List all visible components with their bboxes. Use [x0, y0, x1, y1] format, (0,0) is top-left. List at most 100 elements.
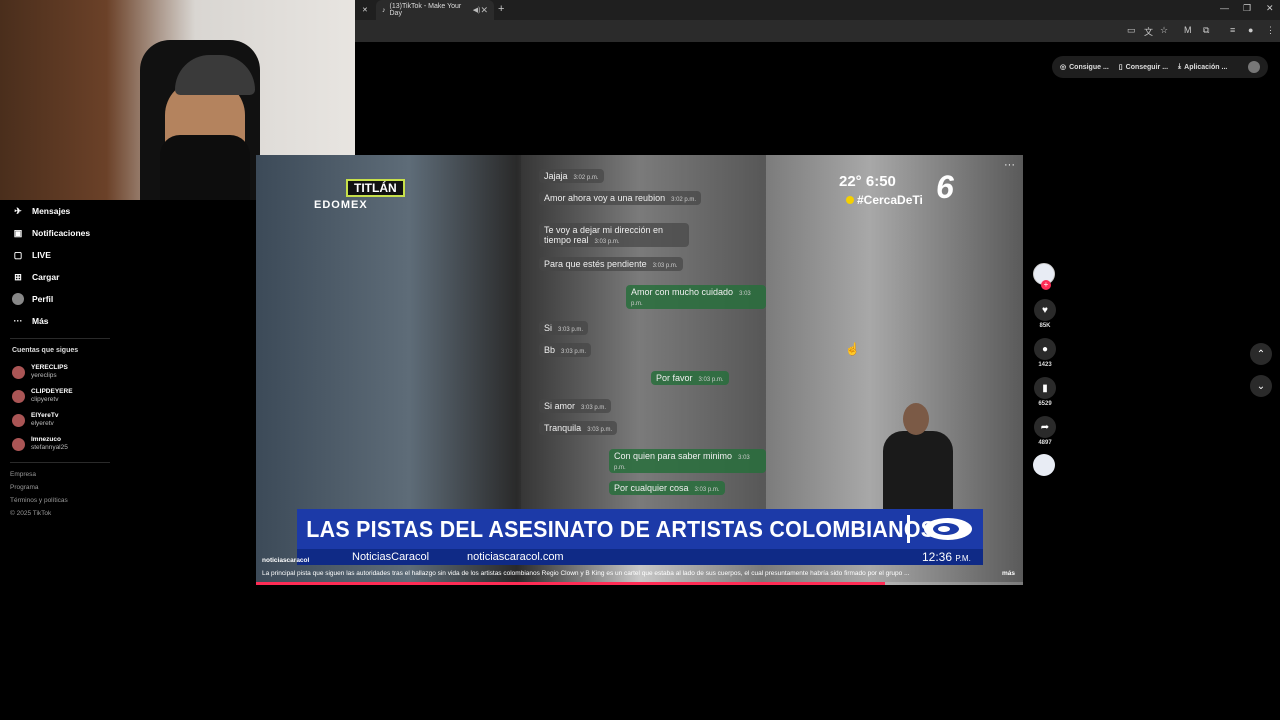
sidebar-item-live[interactable]: ▢ LIVE	[0, 244, 120, 266]
chat-message: Por cualquier cosa 3:03 p.m.	[609, 481, 725, 495]
creator-avatar[interactable]: +	[1033, 263, 1055, 290]
share-icon[interactable]: ➦	[1034, 416, 1056, 438]
chevron-down-icon: ⌄	[1256, 380, 1266, 392]
tab-close-icon-prev[interactable]: ✕	[362, 0, 368, 20]
kebab-menu-icon[interactable]: ⋮	[1266, 25, 1275, 36]
bookmark-3[interactable]: ⤓ Aplicación ...	[1178, 63, 1227, 71]
progress-fill	[256, 582, 885, 585]
location-badge: TITLÁN	[346, 179, 405, 197]
top-right-bookmarks: ◎ Consigue ... ▯ Conseguir ... ⤓ Aplicación…	[1052, 56, 1268, 78]
avatar	[12, 365, 25, 379]
following-item[interactable]: CLIPDEYERE clipyeretv	[0, 384, 120, 408]
puzzle-icon[interactable]: ⧉	[1203, 25, 1209, 36]
tiktok-icon: ♪	[382, 6, 386, 14]
new-tab-button[interactable]: +	[498, 3, 504, 15]
phone-icon: ▯	[1118, 64, 1123, 71]
previous-video-button[interactable]: ⌃	[1250, 343, 1272, 365]
star-icon[interactable]: ☆	[1160, 25, 1168, 36]
following-item[interactable]: Imnezuco stefannyal25	[0, 432, 120, 456]
footer-links: Empresa Programa Términos y políticas © …	[0, 471, 120, 523]
sidebar: ✈ Mensajes ▣ Notificaciones ▢ LIVE ⊞ Cargar …	[0, 200, 120, 523]
brand-strip: NoticiasCaracol noticiascaracol.com 12:3…	[297, 549, 983, 565]
interpreter-body	[883, 431, 953, 513]
avatar	[12, 293, 24, 305]
user-avatar[interactable]	[1248, 61, 1260, 73]
translate-icon[interactable]: 文	[1144, 25, 1153, 38]
more-icon: ···	[13, 316, 23, 326]
bookmark-icon[interactable]: ▮	[1034, 377, 1056, 399]
chat-message: Amor con mucho cuidado 3:03 p.m.	[626, 285, 766, 309]
restore-icon[interactable]: ❐	[1243, 3, 1251, 14]
following-item[interactable]: ElYereTv elyeretv	[0, 408, 120, 432]
temperature-time: 22° 6:50	[839, 173, 896, 190]
next-video-button[interactable]: ⌄	[1250, 375, 1272, 397]
footer-link[interactable]: Empresa	[10, 471, 120, 484]
brand-name: NoticiasCaracol	[352, 551, 430, 563]
sidebar-item-mensajes[interactable]: ✈ Mensajes	[0, 200, 120, 222]
caption-text: La principal pista que siguen las autori…	[262, 570, 910, 577]
chat-screenshot: Jajaja 3:02 p.m. Amor ahora voy a una reu…	[521, 155, 766, 510]
chat-message: Jajaja 3:02 p.m.	[539, 169, 604, 183]
sign-language-interpreter	[871, 403, 961, 513]
inbox-icon: ▣	[13, 227, 23, 238]
bookmark-2[interactable]: ▯ Conseguir ...	[1118, 63, 1168, 72]
action-rail: + ♥ 85K ● 1423 ▮ 6529 ➦ 4897	[1033, 263, 1057, 476]
sidebar-item-perfil[interactable]: Perfil	[0, 288, 120, 310]
sidebar-item-notificaciones[interactable]: ▣ Notificaciones	[0, 222, 120, 244]
chat-message: Si amor 3:03 p.m.	[539, 399, 612, 413]
window-close-icon[interactable]: ✕	[1266, 3, 1274, 14]
headline-text: LAS PISTAS DEL ASESINATO DE ARTISTAS COL…	[306, 515, 936, 542]
chat-message: Tranquila 3:03 p.m.	[539, 421, 618, 435]
share-action[interactable]: ➦ 4897	[1033, 416, 1057, 446]
comment-icon[interactable]: ●	[1034, 338, 1056, 360]
chat-message: Amor ahora voy a una reubion 3:02 p.m.	[539, 191, 702, 205]
following-item[interactable]: YERECLIPS yereclips	[0, 360, 120, 384]
avatar	[12, 413, 25, 427]
caracol-logo-icon	[924, 518, 972, 540]
footer-link[interactable]: Programa	[10, 484, 120, 497]
caption-username[interactable]: noticiascaracol	[262, 557, 309, 564]
following-title: Cuentas que sigues	[12, 347, 79, 354]
dot-icon	[846, 196, 854, 204]
chat-message: Si 3:03 p.m.	[539, 321, 589, 335]
check-circle-icon: ◎	[1060, 64, 1067, 71]
save-action[interactable]: ▮ 6529	[1033, 377, 1057, 407]
extension-icon[interactable]: M	[1184, 25, 1192, 35]
avatar	[12, 389, 25, 403]
hashtag: #CercaDeTi	[846, 193, 923, 207]
more-options-icon[interactable]: ···	[1004, 159, 1015, 171]
chat-message: Para que estés pendiente 3:03 p.m.	[539, 257, 683, 271]
heart-icon[interactable]: ♥	[1034, 299, 1056, 321]
profile-icon[interactable]: ●	[1248, 25, 1253, 35]
cast-icon[interactable]: ▭	[1127, 25, 1136, 36]
minimize-icon[interactable]: —	[1220, 3, 1229, 13]
chat-message: Bb 3:03 p.m.	[539, 343, 592, 357]
tab-tiktok[interactable]: ♪ (13)TikTok - Make Your Day ◀) ✕	[376, 0, 494, 20]
location-sub: EDOMEX	[314, 199, 368, 211]
download-icon: ⤓	[1178, 63, 1182, 70]
paper-plane-icon: ✈	[14, 205, 22, 216]
close-icon[interactable]: ✕	[480, 5, 488, 16]
footer-link[interactable]: Términos y políticas	[10, 497, 120, 510]
bookmark-1[interactable]: ◎ Consigue ...	[1060, 63, 1109, 72]
brand-url: noticiascaracol.com	[467, 551, 564, 563]
interpreter-head	[903, 403, 929, 435]
media-icon[interactable]: ≡	[1230, 25, 1235, 35]
caption-more-link[interactable]: más	[1002, 570, 1015, 577]
music-disc-icon[interactable]	[1033, 454, 1055, 476]
comment-action[interactable]: ● 1423	[1033, 338, 1057, 368]
sidebar-item-mas[interactable]: ··· Más	[0, 310, 120, 332]
divider	[10, 462, 110, 463]
channel-logo: 6	[936, 169, 954, 205]
video-progress-bar[interactable]	[256, 582, 1023, 585]
speaker-icon: ◀)	[472, 7, 481, 14]
video-player[interactable]: Jajaja 3:02 p.m. Amor ahora voy a una reu…	[256, 155, 1023, 585]
news-headline-bar: LAS PISTAS DEL ASESINATO DE ARTISTAS COL…	[297, 509, 983, 549]
follow-plus-icon[interactable]: +	[1041, 280, 1051, 290]
tab-title: (13)TikTok - Make Your Day	[389, 3, 462, 17]
sidebar-item-cargar[interactable]: ⊞ Cargar	[0, 266, 120, 288]
headline-separator	[907, 515, 910, 543]
copyright: © 2025 TikTok	[10, 510, 52, 517]
like-action[interactable]: ♥ 85K	[1033, 299, 1057, 329]
live-icon: ▢	[13, 249, 23, 260]
